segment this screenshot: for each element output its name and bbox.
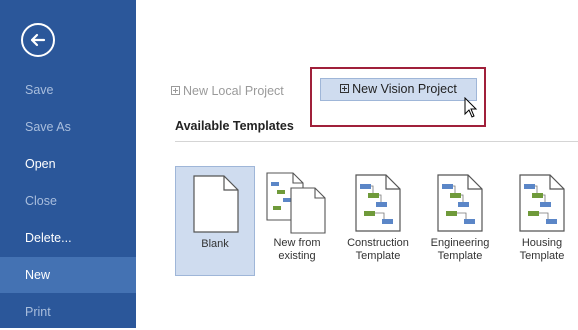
divider [175, 141, 578, 142]
new-local-project-label: New Local Project [183, 84, 284, 98]
back-arrow-icon [30, 33, 46, 47]
new-local-project-button[interactable]: New Local Project [171, 82, 284, 100]
template-label: Engineering Template [430, 237, 490, 262]
gantt-template-icon [437, 174, 483, 232]
nav-print[interactable]: Print [0, 294, 136, 330]
gantt-template-icon [355, 174, 401, 232]
back-button[interactable] [21, 23, 55, 57]
nav-new[interactable]: New [0, 257, 136, 293]
template-blank[interactable]: Blank [175, 166, 255, 276]
template-label: Housing Template [519, 237, 565, 262]
template-label: Blank [201, 238, 229, 250]
blank-document-icon [193, 175, 239, 233]
nav-close[interactable]: Close [0, 183, 136, 219]
template-housing[interactable]: Housing Template [502, 166, 578, 276]
nav-save[interactable]: Save [0, 72, 136, 108]
template-label: Construction Template [347, 237, 409, 262]
nav-delete[interactable]: Delete... [0, 220, 136, 256]
backstage-sidebar: Save Save As Open Close Delete... New Pr… [0, 0, 136, 328]
copy-documents-icon [266, 172, 326, 234]
gantt-template-icon [519, 174, 565, 232]
nav-save-as[interactable]: Save As [0, 109, 136, 145]
nav-open[interactable]: Open [0, 146, 136, 182]
new-vision-project-label: New Vision Project [352, 82, 457, 96]
plus-box-icon [171, 86, 180, 96]
template-construction[interactable]: Construction Template [338, 166, 418, 276]
available-templates-heading: Available Templates [175, 119, 294, 133]
template-label: New from existing [273, 237, 321, 262]
new-vision-project-button[interactable]: New Vision Project [320, 78, 477, 101]
template-engineering[interactable]: Engineering Template [420, 166, 500, 276]
plus-box-icon [340, 84, 350, 94]
mouse-pointer-icon [464, 97, 478, 118]
template-new-from-existing[interactable]: New from existing [257, 166, 337, 276]
